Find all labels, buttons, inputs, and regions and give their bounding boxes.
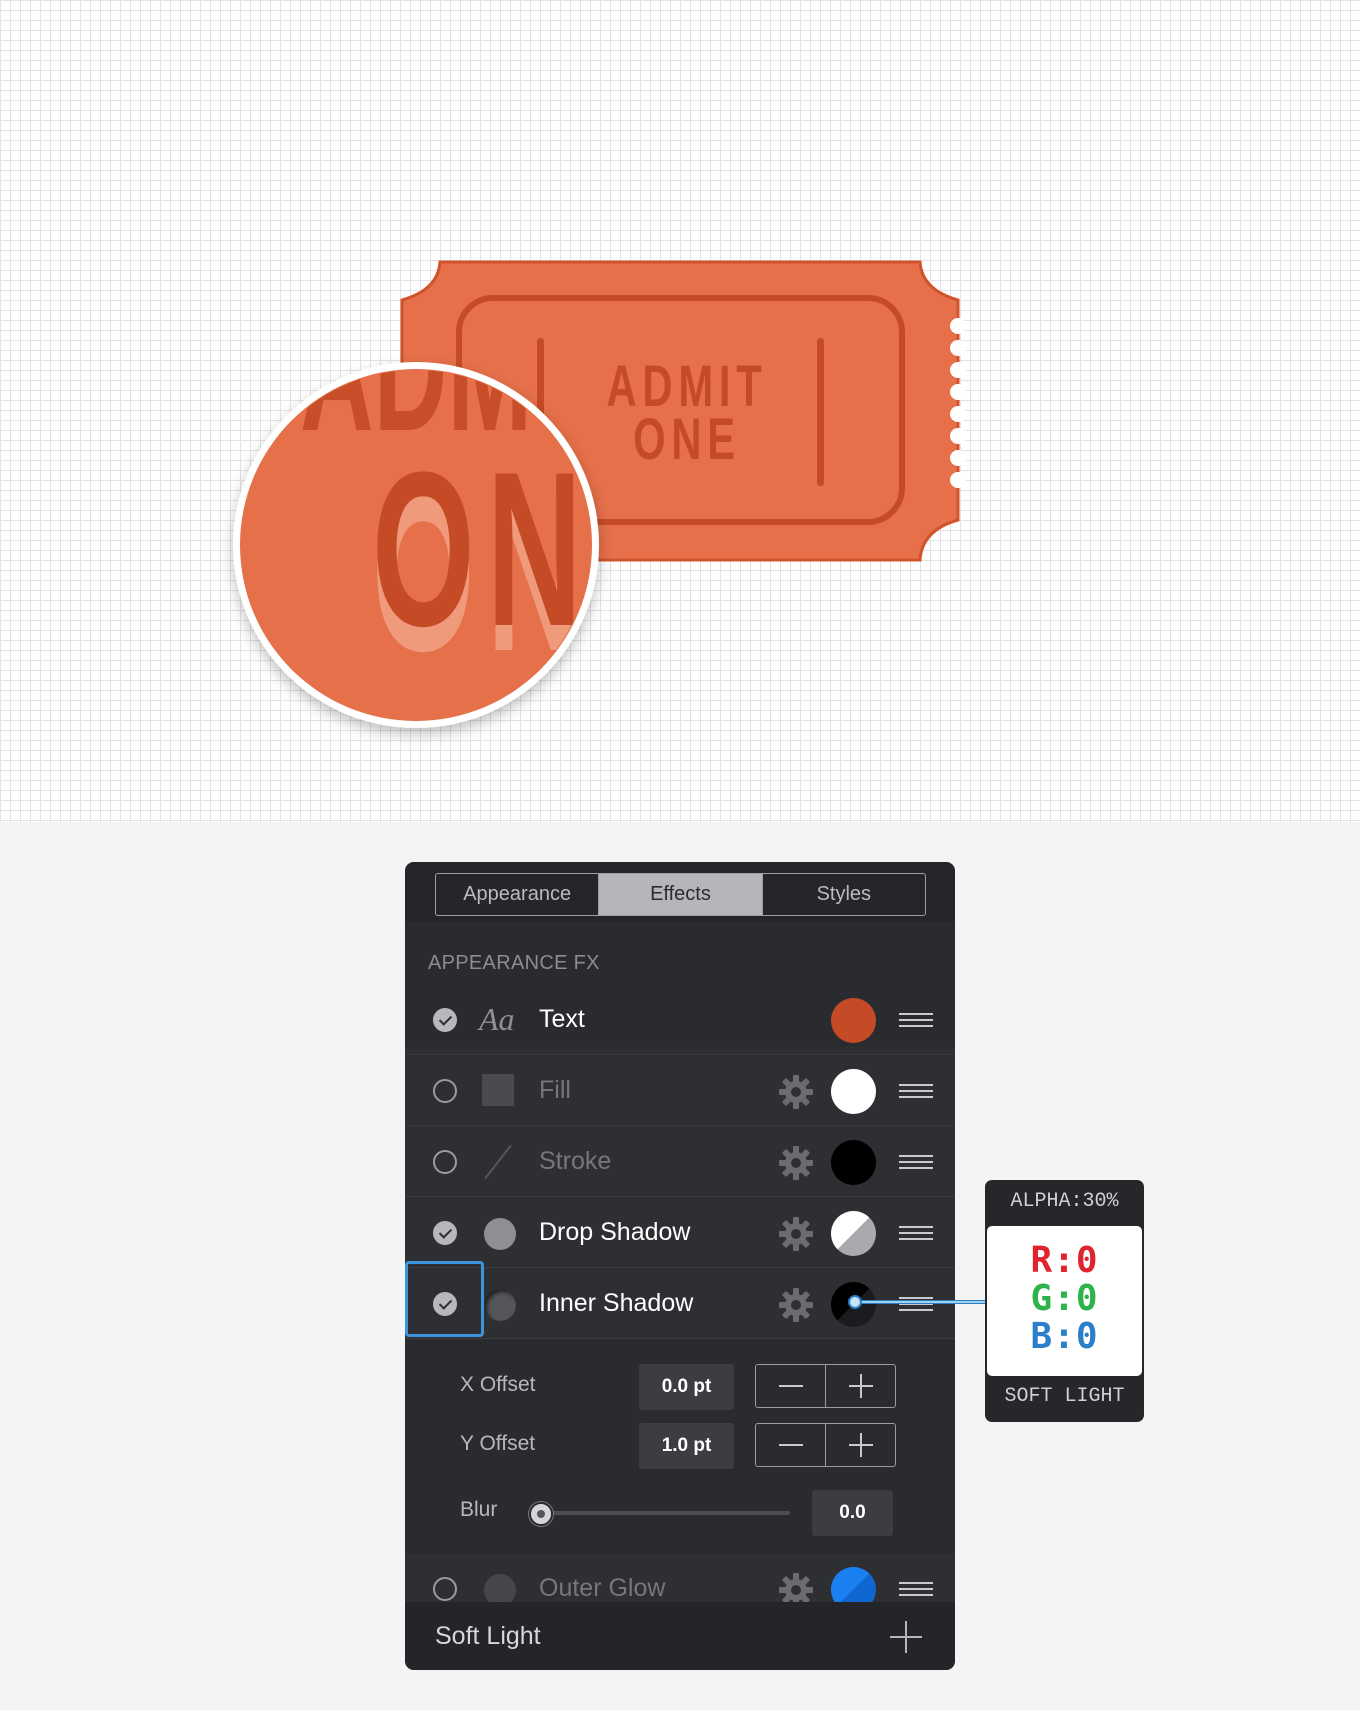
- callout-blend-mode: SOFT LIGHT: [1004, 1385, 1125, 1408]
- y-offset-decrement-button[interactable]: [756, 1424, 825, 1466]
- effect-row-fill[interactable]: Fill: [405, 1056, 955, 1126]
- enable-checkbox-text[interactable]: [433, 1008, 457, 1032]
- gear-icon[interactable]: [777, 1286, 815, 1324]
- effect-label-stroke: Stroke: [539, 1147, 612, 1175]
- effect-label-fill: Fill: [539, 1076, 571, 1104]
- magnifier-text: ON: [372, 427, 594, 672]
- effect-row-text[interactable]: Aa Text: [405, 985, 955, 1055]
- y-offset-field[interactable]: 1.0 pt: [639, 1423, 734, 1469]
- effect-row-drop-shadow[interactable]: Drop Shadow: [405, 1198, 955, 1268]
- drop-shadow-icon: [484, 1218, 516, 1250]
- callout-green-value: G:0: [1030, 1278, 1099, 1319]
- callout-connector-dot: [848, 1295, 862, 1309]
- x-offset-stepper: [755, 1364, 896, 1408]
- blur-value-field[interactable]: 0.0: [812, 1490, 893, 1536]
- y-offset-label: Y Offset: [460, 1432, 536, 1455]
- ticket-text-line2: ONE: [633, 406, 741, 471]
- enable-checkbox-outer-glow[interactable]: [433, 1577, 457, 1601]
- section-title: APPEARANCE FX: [428, 952, 600, 974]
- blur-label: Blur: [460, 1498, 498, 1521]
- tab-styles[interactable]: Styles: [761, 874, 925, 915]
- blend-mode-selector[interactable]: Soft Light: [435, 1622, 541, 1651]
- effect-label-text: Text: [539, 1005, 585, 1033]
- gear-icon[interactable]: [777, 1215, 815, 1253]
- callout-alpha: ALPHA:30%: [1010, 1190, 1119, 1213]
- effect-label-drop-shadow: Drop Shadow: [539, 1218, 691, 1246]
- artboard-canvas: ADMIT ONE ADM ON ON: [0, 0, 1360, 822]
- effect-row-stroke[interactable]: Stroke: [405, 1127, 955, 1197]
- color-swatch-fill[interactable]: [831, 1069, 876, 1114]
- effect-label-outer-glow: Outer Glow: [539, 1574, 666, 1602]
- gear-icon[interactable]: [777, 1073, 815, 1111]
- inner-shadow-icon: [484, 1289, 516, 1321]
- x-offset-label: X Offset: [460, 1373, 536, 1396]
- y-offset-stepper: [755, 1423, 896, 1467]
- drag-handle-icon[interactable]: [899, 1013, 933, 1027]
- callout-blue-value: B:0: [1030, 1316, 1099, 1357]
- tab-effects[interactable]: Effects: [598, 874, 762, 915]
- y-offset-increment-button[interactable]: [825, 1424, 895, 1466]
- segmented-tabs: Appearance Effects Styles: [435, 873, 926, 916]
- callout-connector: [854, 1300, 986, 1304]
- color-swatch-drop-shadow[interactable]: [831, 1211, 876, 1256]
- blur-slider-track[interactable]: [540, 1511, 790, 1515]
- effect-row-inner-shadow[interactable]: Inner Shadow: [405, 1269, 955, 1339]
- enable-checkbox-fill[interactable]: [433, 1079, 457, 1103]
- stroke-line-icon: [484, 1144, 512, 1180]
- x-offset-decrement-button[interactable]: [756, 1365, 825, 1407]
- color-swatch-text[interactable]: [831, 998, 876, 1043]
- inner-shadow-options: X Offset 0.0 pt Y Offset 1.0 pt Blur 0.0: [405, 1340, 955, 1554]
- fill-square-icon: [482, 1074, 514, 1106]
- drag-handle-icon[interactable]: [899, 1084, 933, 1098]
- drag-handle-icon[interactable]: [899, 1226, 933, 1240]
- ticket-bar-right: [817, 338, 824, 486]
- add-effect-button[interactable]: [890, 1621, 922, 1653]
- color-callout: ALPHA:30% R:0 G:0 B:0 SOFT LIGHT: [985, 1180, 1144, 1422]
- callout-rgb-box: R:0 G:0 B:0: [987, 1226, 1142, 1376]
- x-offset-field[interactable]: 0.0 pt: [639, 1364, 734, 1410]
- panel-footer: Soft Light: [405, 1602, 955, 1670]
- enable-checkbox-drop-shadow[interactable]: [433, 1221, 457, 1245]
- selection-highlight: [405, 1261, 484, 1337]
- text-style-icon: Aa: [479, 1001, 515, 1037]
- blur-slider-handle[interactable]: [529, 1502, 553, 1526]
- x-offset-increment-button[interactable]: [825, 1365, 895, 1407]
- appearance-panel: Appearance Effects Styles APPEARANCE FX …: [405, 862, 955, 1670]
- effect-label-inner-shadow: Inner Shadow: [539, 1289, 694, 1317]
- canvas-artwork: ADMIT ONE ADM ON ON: [233, 260, 966, 728]
- gear-icon[interactable]: [777, 1144, 815, 1182]
- color-swatch-stroke[interactable]: [831, 1140, 876, 1185]
- tab-appearance[interactable]: Appearance: [436, 874, 598, 915]
- callout-red-value: R:0: [1030, 1240, 1099, 1281]
- drag-handle-icon[interactable]: [899, 1582, 933, 1596]
- drag-handle-icon[interactable]: [899, 1155, 933, 1169]
- panel-tab-bar: Appearance Effects Styles: [405, 862, 955, 922]
- enable-checkbox-stroke[interactable]: [433, 1150, 457, 1174]
